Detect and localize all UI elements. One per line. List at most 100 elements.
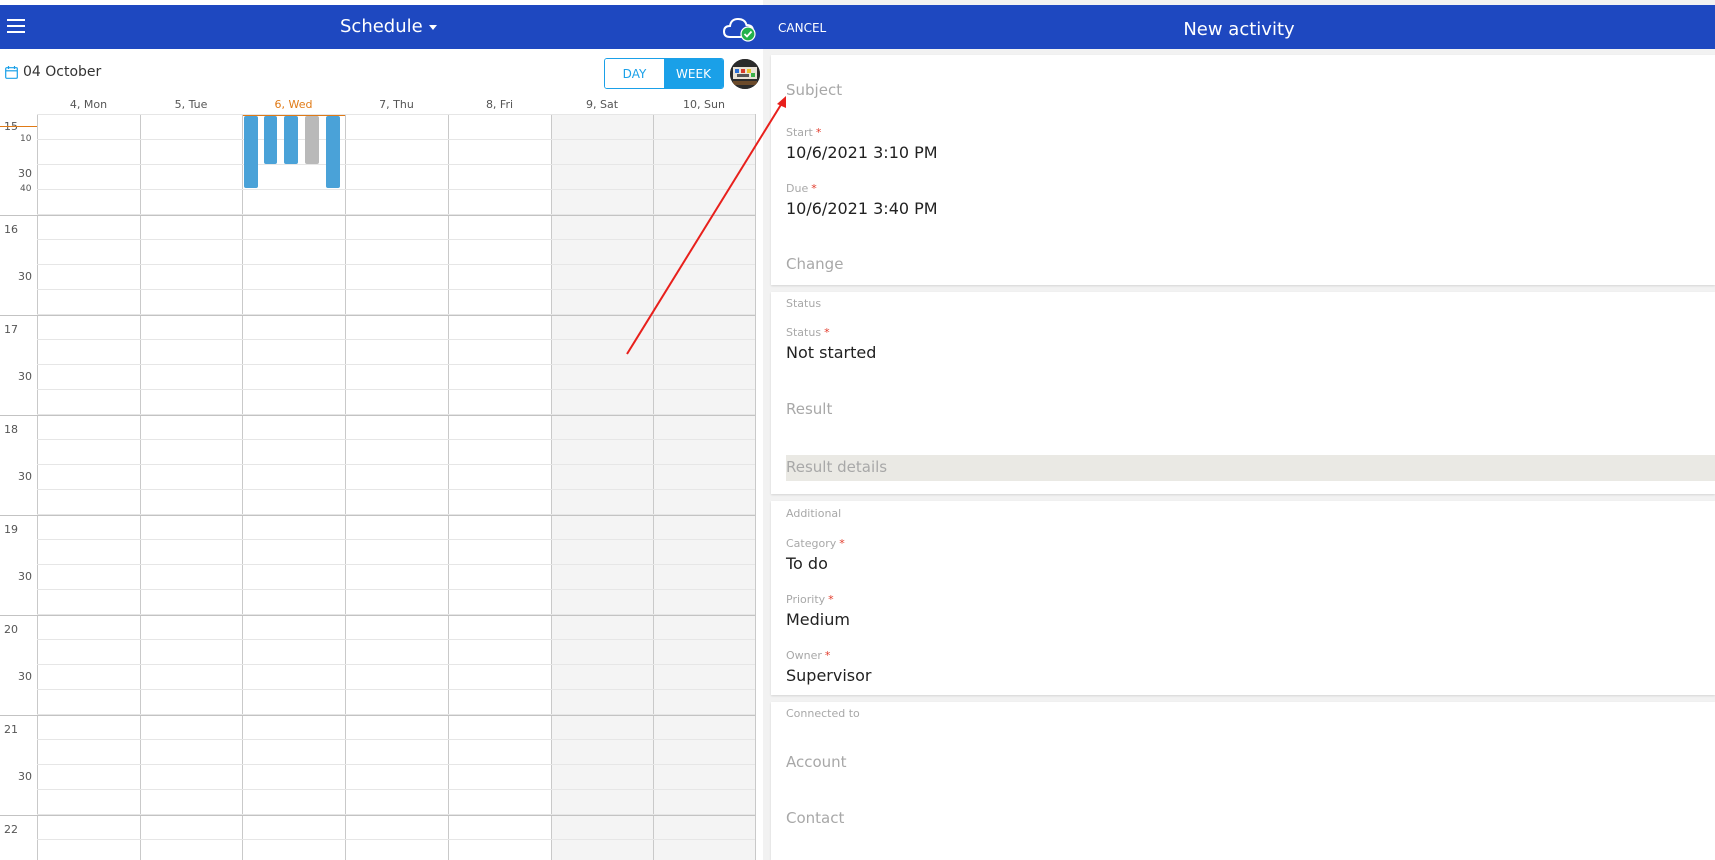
schedule-pane: Schedule 04 October DAY WEEK 4, Mon 5, T… xyxy=(0,0,763,860)
main-card: Subject Start * 10/6/2021 3:10 PM Due * 10… xyxy=(771,55,1715,285)
day-column[interactable] xyxy=(140,114,242,860)
grid-line xyxy=(37,289,755,290)
week-view-button[interactable]: WEEK xyxy=(664,59,723,88)
form-title: New activity xyxy=(1183,19,1295,40)
due-field[interactable]: 10/6/2021 3:40 PM xyxy=(786,199,938,218)
hour-line xyxy=(0,515,755,516)
contact-field[interactable]: Contact xyxy=(786,809,844,827)
time-label: 30 xyxy=(18,670,32,683)
due-label: Due * xyxy=(786,182,817,195)
time-label: 30 xyxy=(18,570,32,583)
schedule-title-text: Schedule xyxy=(340,16,423,37)
grid-line xyxy=(37,489,755,490)
account-field[interactable]: Account xyxy=(786,753,847,771)
connected-card: Connected to Account Contact xyxy=(771,702,1715,860)
schedule-title[interactable]: Schedule xyxy=(340,17,437,37)
time-label: 16 xyxy=(4,223,18,236)
status-label: Status * xyxy=(786,326,830,339)
grid-line xyxy=(37,564,755,565)
status-card: Status Status * Not started Result Result… xyxy=(771,292,1715,494)
avatar[interactable] xyxy=(730,59,760,89)
caret-down-icon xyxy=(428,24,437,30)
day-header-1[interactable]: 4, Mon xyxy=(37,98,140,111)
grid-line xyxy=(37,689,755,690)
change-field[interactable]: Change xyxy=(786,255,843,273)
start-field[interactable]: 10/6/2021 3:10 PM xyxy=(786,143,938,162)
calendar-event[interactable] xyxy=(284,116,298,164)
time-label: 40 xyxy=(20,184,32,194)
calendar-icon[interactable] xyxy=(5,66,18,79)
grid-line xyxy=(37,264,755,265)
grid-line xyxy=(37,339,755,340)
current-date-label[interactable]: 04 October xyxy=(23,64,101,80)
grid-line xyxy=(37,739,755,740)
hour-line xyxy=(0,615,755,616)
owner-label: Owner * xyxy=(786,649,831,662)
day-column[interactable] xyxy=(551,114,653,860)
grid-line xyxy=(37,589,755,590)
time-label: 19 xyxy=(4,523,18,536)
connected-section-title: Connected to xyxy=(786,707,860,720)
schedule-header: Schedule xyxy=(0,5,763,49)
hour-line xyxy=(0,315,755,316)
hour-line xyxy=(0,715,755,716)
hour-line xyxy=(0,815,755,816)
grid-line xyxy=(37,539,755,540)
additional-section-title: Additional xyxy=(786,507,842,520)
menu-icon[interactable] xyxy=(7,19,25,35)
day-column[interactable] xyxy=(345,114,448,860)
day-header-6[interactable]: 9, Sat xyxy=(551,98,653,111)
day-column[interactable] xyxy=(37,114,140,860)
day-column[interactable] xyxy=(448,114,551,860)
time-label: 30 xyxy=(18,370,32,383)
day-header-5[interactable]: 8, Fri xyxy=(448,98,551,111)
day-header-2[interactable]: 5, Tue xyxy=(140,98,242,111)
grid-line xyxy=(37,164,755,165)
grid-line xyxy=(37,189,755,190)
day-header-4[interactable]: 7, Thu xyxy=(345,98,448,111)
grid-line xyxy=(37,364,755,365)
current-time-marker xyxy=(0,126,37,127)
time-label: 10 xyxy=(20,134,32,144)
calendar-event[interactable] xyxy=(305,116,319,164)
calendar-event[interactable] xyxy=(326,116,340,188)
result-details-field[interactable]: Result details xyxy=(786,455,1715,481)
grid-line xyxy=(37,764,755,765)
view-toggle: DAY WEEK xyxy=(604,58,724,89)
time-label: 30 xyxy=(18,470,32,483)
additional-card: Additional Category * To do Priority * Med… xyxy=(771,501,1715,695)
form-header: CANCEL New activity xyxy=(763,5,1715,49)
grid-line xyxy=(37,839,755,840)
time-label: 30 xyxy=(18,770,32,783)
grid-line xyxy=(37,139,755,140)
status-section-title: Status xyxy=(786,297,822,310)
owner-field[interactable]: Supervisor xyxy=(786,666,872,685)
category-field[interactable]: To do xyxy=(786,554,828,573)
day-header-7[interactable]: 10, Sun xyxy=(653,98,755,111)
priority-field[interactable]: Medium xyxy=(786,610,850,629)
grid-line xyxy=(37,439,755,440)
grid-line xyxy=(37,789,755,790)
calendar-event[interactable] xyxy=(244,116,258,188)
week-days-header: 4, Mon 5, Tue 6, Wed 7, Thu 8, Fri 9, Sat 10, … xyxy=(0,96,755,116)
hour-line xyxy=(0,215,755,216)
grid-line xyxy=(37,639,755,640)
week-grid[interactable]: 15 10 30 40 16 30 17 30 18 30 19 30 20 30 21 30 22 xyxy=(0,114,756,860)
hour-line xyxy=(0,415,755,416)
result-field[interactable]: Result xyxy=(786,400,832,418)
subject-field[interactable]: Subject xyxy=(786,81,842,99)
grid-line xyxy=(37,114,755,115)
grid-edge xyxy=(755,114,756,860)
time-label: 20 xyxy=(4,623,18,636)
time-label: 22 xyxy=(4,823,18,836)
time-label: 21 xyxy=(4,723,18,736)
day-view-button[interactable]: DAY xyxy=(605,59,664,88)
day-column[interactable] xyxy=(242,114,345,860)
time-label: 17 xyxy=(4,323,18,336)
time-label: 18 xyxy=(4,423,18,436)
day-column[interactable] xyxy=(653,114,755,860)
status-field[interactable]: Not started xyxy=(786,343,876,362)
grid-line xyxy=(37,464,755,465)
cloud-sync-icon[interactable] xyxy=(722,16,758,42)
calendar-event[interactable] xyxy=(264,116,277,164)
